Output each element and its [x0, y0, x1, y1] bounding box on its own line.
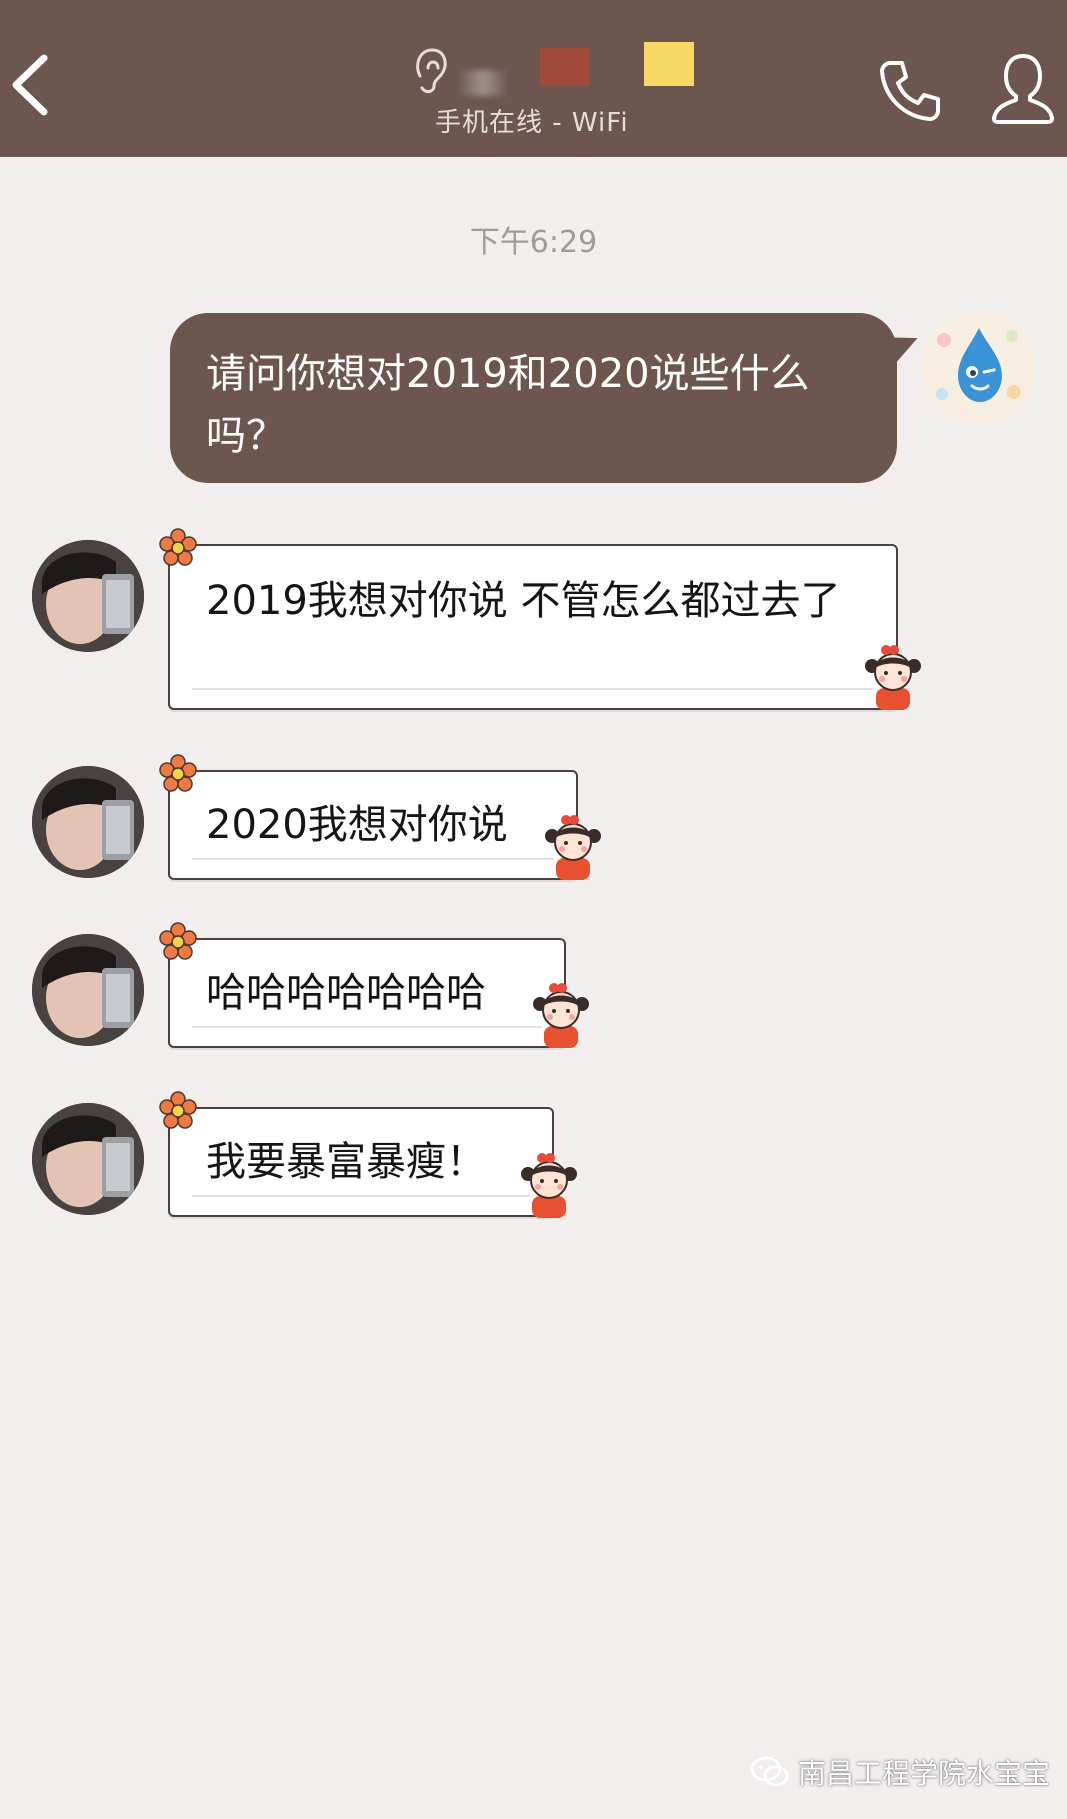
bubble-underline	[192, 1195, 530, 1197]
my-avatar[interactable]	[922, 310, 1036, 424]
message-text: 我要暴富暴瘦！	[206, 1139, 486, 1185]
watermark: 南昌工程学院水宝宝	[750, 1750, 1050, 1794]
online-status: 手机在线 - WiFi	[435, 108, 629, 138]
phone-icon	[880, 61, 940, 121]
bubble-underline	[192, 688, 874, 690]
outgoing-message[interactable]: 请问你想对2019和2020说些什么吗？	[170, 313, 897, 483]
contact-photo-icon	[32, 766, 144, 878]
wechat-icon	[750, 1756, 789, 1787]
cartoon-girl-sticker-icon	[533, 983, 589, 1048]
incoming-message[interactable]: 2019我想对你说 不管怎么都过去了	[168, 544, 898, 710]
back-icon	[12, 54, 48, 116]
ear-icon	[416, 48, 447, 94]
flower-icon	[159, 528, 197, 566]
contact-photo-icon	[32, 1103, 144, 1215]
contact-avatar[interactable]	[32, 934, 144, 1046]
chat-header: 手机在线 - WiFi	[0, 0, 1067, 157]
cartoon-girl-sticker-icon	[521, 1153, 577, 1218]
incoming-message[interactable]: 2020我想对你说	[168, 770, 578, 880]
profile-icon	[992, 54, 1054, 124]
message-text: 2019我想对你说 不管怎么都过去了	[206, 578, 841, 624]
bubble-underline	[192, 1026, 542, 1028]
contact-name-blurred	[460, 70, 506, 96]
incoming-message[interactable]: 我要暴富暴瘦！	[168, 1107, 554, 1217]
watermark-text: 南昌工程学院水宝宝	[798, 1757, 1051, 1790]
flower-icon	[159, 922, 197, 960]
message-timestamp: 下午6:29	[469, 225, 598, 260]
contact-name-redacted-2	[644, 42, 694, 86]
profile-button[interactable]	[990, 50, 1056, 126]
incoming-message[interactable]: 哈哈哈哈哈哈哈	[168, 938, 566, 1048]
contact-photo-icon	[32, 934, 144, 1046]
call-button[interactable]	[876, 55, 946, 125]
cartoon-girl-sticker-icon	[545, 815, 601, 880]
flower-icon	[159, 754, 197, 792]
contact-avatar[interactable]	[32, 540, 144, 652]
chat-title[interactable]: 手机在线 - WiFi	[380, 36, 700, 146]
contact-avatar[interactable]	[32, 766, 144, 878]
contact-photo-icon	[32, 540, 144, 652]
cartoon-girl-sticker-icon	[865, 645, 921, 710]
contact-avatar[interactable]	[32, 1103, 144, 1215]
back-button[interactable]	[6, 50, 56, 120]
bubble-underline	[192, 858, 554, 860]
message-text: 2020我想对你说	[206, 802, 508, 848]
water-drop-mascot-icon	[922, 310, 1036, 424]
contact-name-redacted	[540, 48, 590, 86]
flower-icon	[159, 1091, 197, 1129]
message-text: 哈哈哈哈哈哈哈	[206, 970, 486, 1016]
